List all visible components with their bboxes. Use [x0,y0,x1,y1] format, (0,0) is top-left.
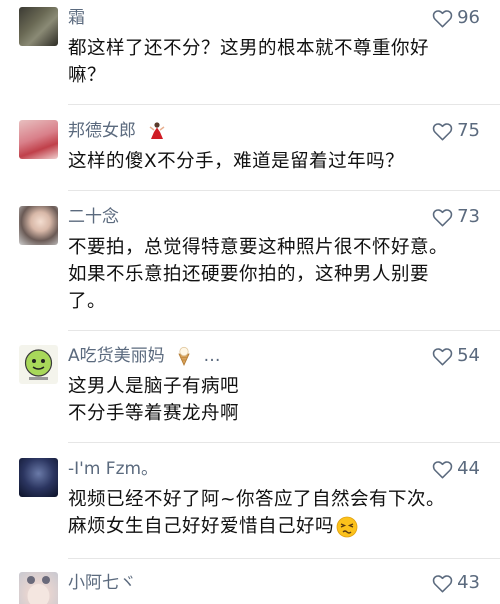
author-name: A吃货美丽妈 [68,346,165,366]
comment-author[interactable]: 霜 [68,7,85,29]
avatar[interactable] [19,206,58,245]
heart-outline-icon [432,347,453,365]
avatar[interactable] [19,120,58,159]
comment-line: 不分手等着赛龙舟啊 [68,403,240,424]
divider [68,104,500,105]
like-button[interactable]: 96 [432,7,480,29]
like-button[interactable]: 44 [432,458,480,480]
like-button[interactable]: 75 [432,120,480,142]
comment-line: 如果不乐意拍还硬要你拍的，这种男人别要 [68,264,430,285]
divider [68,558,500,559]
heart-outline-icon [432,208,453,226]
divider [68,330,500,331]
comment-text: 不要拍，总觉得特意要这种照片很不怀好意。 如果不乐意拍还硬要你拍的，这种男人别要… [68,234,483,315]
avatar[interactable] [19,572,58,604]
persevering-face-emoji-icon [336,516,358,538]
like-button[interactable]: 73 [432,206,480,228]
comment-text: 这样的傻X不分手，难道是留着过年吗？ [68,148,483,175]
divider [68,190,500,191]
comment-author[interactable]: A吃货美丽妈 … [68,345,220,367]
comment-line: 这男人是脑子有病吧 [68,376,240,397]
ice-cream-emoji-icon [178,346,190,366]
like-button[interactable]: 43 [432,572,480,594]
comment-line-with-emoji: 麻烦女生自己好好爱惜自己好吗 [68,513,483,540]
comment-author[interactable]: 小阿七ヾ [68,572,136,594]
comment-author[interactable]: 邦德女郎 [68,120,167,142]
heart-outline-icon [432,574,453,592]
comment-line: 视频已经不好了阿~你答应了自然会有下次。 [68,489,446,510]
heart-outline-icon [432,122,453,140]
comment-line: 不要拍，总觉得特意要这种照片很不怀好意。 [68,237,449,258]
cartoon-avatar-icon [24,349,53,380]
girl-avatar-icon [27,576,50,604]
like-count: 96 [457,7,480,28]
comment-line: 了。 [68,291,107,312]
like-count: 75 [457,120,480,141]
avatar[interactable] [19,7,58,46]
name-ellipsis: … [203,346,221,366]
comment-line: 麻烦女生自己好好爱惜自己好吗 [68,516,335,537]
avatar[interactable] [19,458,58,497]
heart-outline-icon [432,460,453,478]
comment-author[interactable]: 二十念 [68,206,119,228]
like-button[interactable]: 54 [432,345,480,367]
comment-author[interactable]: -I'm Fzm。 [68,458,158,480]
like-count: 43 [457,572,480,593]
comment-line: 都这样了还不分？这男的根本就不尊重你好 [68,38,430,59]
comment-text: 都这样了还不分？这男的根本就不尊重你好 嘛？ [68,35,483,89]
comment-text: 视频已经不好了阿~你答应了自然会有下次。 麻烦女生自己好好爱惜自己好吗 [68,486,483,540]
comment-line: 嘛？ [68,65,107,86]
divider [68,442,500,443]
comment-text: 这男人是脑子有病吧 不分手等着赛龙舟啊 [68,373,483,427]
like-count: 44 [457,458,480,479]
comment-line: 这样的傻X不分手，难道是留着过年吗？ [68,151,405,172]
like-count: 73 [457,206,480,227]
avatar[interactable] [19,345,58,384]
like-count: 54 [457,345,480,366]
dancer-emoji-icon [149,122,165,139]
author-name: 邦德女郎 [68,121,136,141]
heart-outline-icon [432,9,453,27]
